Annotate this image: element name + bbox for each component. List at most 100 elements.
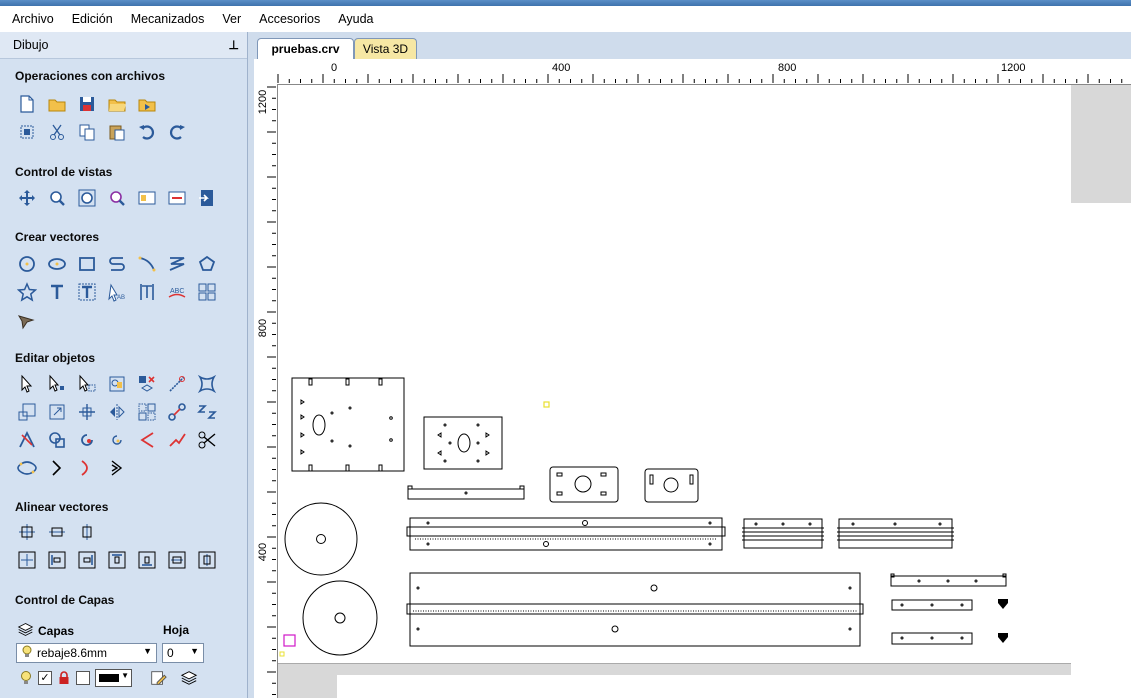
clipart-bird-icon[interactable] [15, 308, 39, 332]
mirror-icon[interactable] [105, 400, 129, 424]
paste-icon[interactable] [105, 120, 129, 144]
view-toggle-icon[interactable] [195, 186, 219, 210]
selection-handle[interactable] [543, 401, 550, 408]
angle-close-icon[interactable] [105, 456, 129, 480]
polyline-z-icon[interactable] [165, 252, 189, 276]
bar-right-2[interactable] [891, 599, 973, 611]
bracket-close-icon[interactable] [45, 456, 69, 480]
menu-mecanizados[interactable]: Mecanizados [125, 6, 211, 32]
fillet-icon[interactable] [135, 428, 159, 452]
align-bottom-icon[interactable] [135, 548, 159, 572]
color-swatch [99, 674, 119, 682]
text-icon[interactable] [45, 280, 69, 304]
cut-icon[interactable] [45, 120, 69, 144]
move-center-icon[interactable] [75, 400, 99, 424]
view-sheet-icon[interactable] [165, 186, 189, 210]
view-material-icon[interactable] [135, 186, 159, 210]
layer-lock-checkbox[interactable] [76, 671, 90, 685]
drawing-canvas[interactable] [278, 85, 1131, 698]
polygon-icon[interactable] [195, 252, 219, 276]
layer-visible-checkbox[interactable]: ✓ [38, 671, 52, 685]
polyline-s-icon[interactable] [105, 252, 129, 276]
align-top-icon[interactable] [105, 548, 129, 572]
text-select-icon[interactable]: AB [105, 280, 129, 304]
align-vcenter-page-icon[interactable] [195, 548, 219, 572]
copy-icon[interactable] [75, 120, 99, 144]
intersect-icon[interactable] [105, 428, 129, 452]
scale-icon[interactable] [15, 400, 39, 424]
gear-part-2[interactable] [998, 633, 1008, 643]
weld-icon[interactable] [45, 428, 69, 452]
tab-vista-3d[interactable]: Vista 3D [354, 38, 417, 59]
menu-ayuda[interactable]: Ayuda [332, 6, 379, 32]
extend-icon[interactable] [165, 428, 189, 452]
gear-part-1[interactable] [998, 599, 1008, 609]
distort-icon[interactable] [195, 372, 219, 396]
join-nodes-icon[interactable] [165, 400, 189, 424]
curve-close-icon[interactable] [75, 456, 99, 480]
text-frame-icon[interactable] [75, 280, 99, 304]
align-vertical-center-icon[interactable] [75, 520, 99, 544]
layer-select[interactable]: rebaje8.6mm ▼ [16, 643, 157, 663]
plate-medium[interactable] [423, 416, 503, 470]
align-center-icon[interactable] [15, 520, 39, 544]
plate-small-2[interactable] [644, 468, 699, 503]
import-file-icon[interactable] [135, 92, 159, 116]
layer-manager-icon[interactable] [180, 669, 198, 690]
menu-archivo[interactable]: Archivo [6, 6, 60, 32]
select-pointer-icon[interactable] [15, 372, 39, 396]
group-icon[interactable] [105, 372, 129, 396]
layer-visible-icon[interactable] [20, 670, 32, 689]
open-folder-icon[interactable] [105, 92, 129, 116]
redo-icon[interactable] [165, 120, 189, 144]
zoom-extents-icon[interactable] [75, 186, 99, 210]
rectangle-icon[interactable] [75, 252, 99, 276]
select-all-icon[interactable] [15, 120, 39, 144]
sheet-select[interactable]: 0 ▼ [162, 643, 204, 663]
tab-pruebas-crv[interactable]: pruebas.crv [257, 38, 354, 59]
node-edit-icon[interactable] [45, 372, 69, 396]
menu-accesorios[interactable]: Accesorios [253, 6, 326, 32]
transform-icon[interactable] [75, 372, 99, 396]
pin-icon[interactable]: ⊥ [229, 38, 239, 52]
nesting-icon[interactable] [195, 400, 219, 424]
offset-icon[interactable] [15, 456, 39, 480]
grid-array-icon[interactable] [195, 280, 219, 304]
menu-edicion[interactable]: Edición [66, 6, 119, 32]
array-copy-icon[interactable] [135, 400, 159, 424]
undo-icon[interactable] [135, 120, 159, 144]
new-file-icon[interactable] [15, 92, 39, 116]
save-file-icon[interactable] [75, 92, 99, 116]
ungroup-icon[interactable] [135, 372, 159, 396]
scissors-icon[interactable] [195, 428, 219, 452]
trim-icon[interactable] [15, 428, 39, 452]
disc-1[interactable] [284, 502, 358, 576]
zoom-icon[interactable] [45, 186, 69, 210]
open-file-icon[interactable] [45, 92, 69, 116]
plate-small-1[interactable] [549, 466, 619, 503]
star-icon[interactable] [15, 280, 39, 304]
layer-color-picker[interactable]: ▼ [95, 669, 132, 687]
arc-icon[interactable] [135, 252, 159, 276]
layer-properties-icon[interactable] [149, 669, 167, 690]
text-arc-icon[interactable]: ABC [165, 280, 189, 304]
plate-large[interactable] [291, 377, 405, 472]
rack-long-1[interactable] [409, 517, 723, 551]
align-horizontal-center-icon[interactable] [45, 520, 69, 544]
circle-icon[interactable] [15, 252, 39, 276]
align-right-icon[interactable] [75, 548, 99, 572]
disc-2[interactable] [302, 580, 378, 656]
subtract-icon[interactable] [75, 428, 99, 452]
resize-icon[interactable] [45, 400, 69, 424]
align-left-icon[interactable] [45, 548, 69, 572]
align-hcenter-page-icon[interactable] [165, 548, 189, 572]
menu-ver[interactable]: Ver [216, 6, 247, 32]
lock-icon[interactable] [58, 670, 70, 688]
pan-icon[interactable] [15, 186, 39, 210]
align-page-center-icon[interactable] [15, 548, 39, 572]
zoom-selection-icon[interactable] [105, 186, 129, 210]
text-fit-icon[interactable] [135, 280, 159, 304]
rack-long-2[interactable] [409, 572, 861, 647]
ellipse-icon[interactable] [45, 252, 69, 276]
measure-icon[interactable] [165, 372, 189, 396]
